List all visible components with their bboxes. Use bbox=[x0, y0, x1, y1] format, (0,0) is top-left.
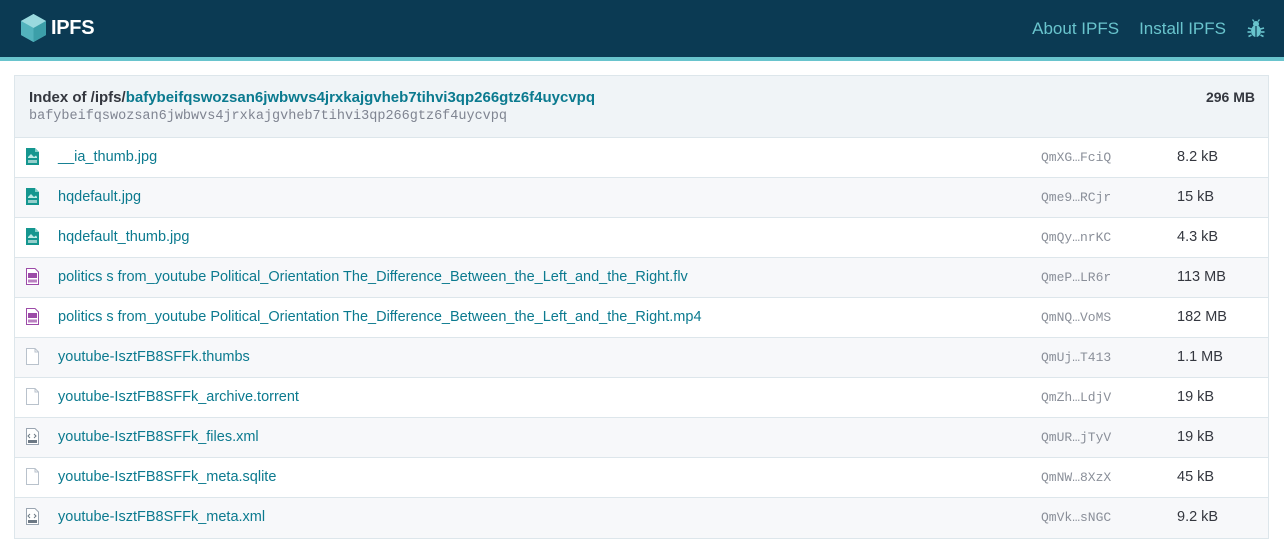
file-name-link[interactable]: youtube-IsztFB8SFFk_archive.torrent bbox=[58, 389, 299, 405]
file-size: 8.2 kB bbox=[1177, 149, 1219, 165]
file-size: 113 MB bbox=[1177, 269, 1226, 285]
total-size: 296 MB bbox=[1205, 89, 1255, 105]
file-row: youtube-IsztFB8SFFk_meta.xml QmVk…sNGC 9.2… bbox=[15, 498, 1268, 538]
file-hash[interactable]: QmNW…8XzX bbox=[1041, 470, 1111, 485]
file-hash[interactable]: QmUR…jTyV bbox=[1041, 430, 1111, 445]
file-size: 45 kB bbox=[1177, 469, 1215, 485]
blank-file-icon bbox=[26, 348, 39, 365]
cid-link[interactable]: bafybeifqswozsan6jwbwvs4jrxkajgvheb7tihv… bbox=[126, 89, 595, 106]
brand-name: IPFS bbox=[51, 16, 95, 39]
file-row: youtube-IsztFB8SFFk.thumbs QmUj…T413 1.1 M… bbox=[15, 338, 1268, 378]
about-ipfs-link[interactable]: About IPFS bbox=[1032, 19, 1119, 39]
top-navigation-bar: IPFS About IPFS Install IPFS bbox=[0, 0, 1284, 57]
index-prefix: Index of /ipfs/ bbox=[29, 89, 126, 106]
jpg-file-icon bbox=[26, 148, 39, 165]
ipfs-logo[interactable]: IPFS bbox=[20, 13, 95, 43]
install-ipfs-link[interactable]: Install IPFS bbox=[1139, 19, 1226, 39]
file-hash[interactable]: Qme9…RCjr bbox=[1041, 190, 1111, 205]
file-hash[interactable]: QmUj…T413 bbox=[1041, 350, 1111, 365]
file-name-link[interactable]: politics s from_youtube Political_Orient… bbox=[58, 309, 702, 325]
file-row: politics s from_youtube Political_Orient… bbox=[15, 258, 1268, 298]
file-size: 15 kB bbox=[1177, 189, 1215, 205]
bug-icon[interactable] bbox=[1246, 18, 1266, 39]
file-size: 19 kB bbox=[1177, 389, 1215, 405]
file-hash[interactable]: QmXG…FciQ bbox=[1041, 150, 1111, 165]
listing-header: Index of /ipfs/bafybeifqswozsan6jwbwvs4j… bbox=[15, 76, 1268, 138]
directory-listing: Index of /ipfs/bafybeifqswozsan6jwbwvs4j… bbox=[14, 75, 1269, 539]
file-row: hqdefault_thumb.jpg QmQy…nrKC 4.3 kB bbox=[15, 218, 1268, 258]
file-name-link[interactable]: youtube-IsztFB8SFFk.thumbs bbox=[58, 349, 250, 365]
jpg-file-icon bbox=[26, 188, 39, 205]
cid-text: bafybeifqswozsan6jwbwvs4jrxkajgvheb7tihv… bbox=[29, 109, 507, 124]
file-name-link[interactable]: youtube-IsztFB8SFFk_meta.xml bbox=[58, 509, 265, 525]
file-row: youtube-IsztFB8SFFk_meta.sqlite QmNW…8XzX… bbox=[15, 458, 1268, 498]
flv-file-icon bbox=[26, 268, 39, 285]
file-size: 9.2 kB bbox=[1177, 509, 1219, 525]
file-name-link[interactable]: politics s from_youtube Political_Orient… bbox=[58, 269, 688, 285]
file-list: __ia_thumb.jpg QmXG…FciQ 8.2 kB hqdefault.j… bbox=[15, 138, 1268, 538]
file-hash[interactable]: QmQy…nrKC bbox=[1041, 230, 1111, 245]
blank-file-icon bbox=[26, 388, 39, 405]
file-hash[interactable]: QmZh…LdjV bbox=[1041, 390, 1111, 405]
blank-file-icon bbox=[26, 468, 39, 485]
mp4-file-icon bbox=[26, 308, 39, 325]
ipfs-cube-icon bbox=[21, 14, 46, 42]
file-name-link[interactable]: youtube-IsztFB8SFFk_meta.sqlite bbox=[58, 469, 276, 485]
file-hash[interactable]: QmVk…sNGC bbox=[1041, 510, 1111, 525]
jpg-file-icon bbox=[26, 228, 39, 245]
file-row: __ia_thumb.jpg QmXG…FciQ 8.2 kB bbox=[15, 138, 1268, 178]
file-name-link[interactable]: hqdefault.jpg bbox=[58, 189, 141, 205]
file-name-link[interactable]: hqdefault_thumb.jpg bbox=[58, 229, 189, 245]
header-nav: About IPFS Install IPFS bbox=[1012, 0, 1266, 57]
file-hash[interactable]: QmNQ…VoMS bbox=[1041, 310, 1111, 325]
index-title: Index of /ipfs/bafybeifqswozsan6jwbwvs4j… bbox=[29, 89, 595, 106]
file-name-link[interactable]: __ia_thumb.jpg bbox=[58, 149, 157, 165]
file-row: hqdefault.jpg Qme9…RCjr 15 kB bbox=[15, 178, 1268, 218]
file-size: 182 MB bbox=[1177, 309, 1227, 325]
file-size: 1.1 MB bbox=[1177, 349, 1223, 365]
file-row: youtube-IsztFB8SFFk_files.xml QmUR…jTyV 19… bbox=[15, 418, 1268, 458]
xml-file-icon bbox=[26, 428, 39, 445]
accent-strip bbox=[0, 57, 1284, 61]
file-row: politics s from_youtube Political_Orient… bbox=[15, 298, 1268, 338]
file-name-link[interactable]: youtube-IsztFB8SFFk_files.xml bbox=[58, 429, 259, 445]
xml-file-icon bbox=[26, 508, 39, 525]
file-size: 19 kB bbox=[1177, 429, 1215, 445]
file-size: 4.3 kB bbox=[1177, 229, 1219, 245]
file-row: youtube-IsztFB8SFFk_archive.torrent QmZh…… bbox=[15, 378, 1268, 418]
file-hash[interactable]: QmeP…LR6r bbox=[1041, 270, 1111, 285]
